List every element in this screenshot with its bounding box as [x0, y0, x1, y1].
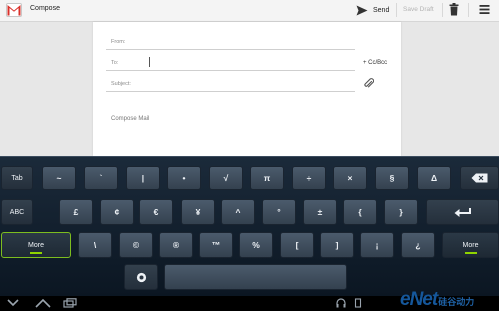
backspace-icon — [471, 173, 488, 183]
divider — [468, 3, 469, 17]
key-copyright[interactable]: © — [119, 232, 153, 258]
status-icon — [354, 298, 362, 308]
divider — [442, 3, 443, 17]
divider — [396, 3, 397, 17]
key-backslash[interactable]: \ — [78, 232, 112, 258]
menu-icon[interactable] — [479, 4, 490, 15]
key-divide[interactable]: ÷ — [292, 166, 326, 190]
home-icon[interactable] — [35, 298, 51, 308]
to-field[interactable] — [106, 70, 355, 71]
enet-watermark: eNet 硅谷动力 — [400, 287, 474, 311]
key-inverted-question[interactable]: ¿ — [401, 232, 435, 258]
backspace-key[interactable] — [460, 166, 499, 190]
cc-bcc-button[interactable]: + Cc/Bcc — [363, 60, 387, 66]
compose-body[interactable]: Compose Mail — [111, 116, 149, 122]
from-field[interactable] — [106, 49, 355, 50]
key-left-bracket[interactable]: [ — [280, 232, 314, 258]
key-section[interactable]: § — [375, 166, 409, 190]
key-delta[interactable]: Δ — [417, 166, 451, 190]
key-tilde[interactable]: ~ — [42, 166, 76, 190]
trash-icon[interactable] — [449, 3, 459, 16]
compose-card: From: To: + Cc/Bcc Subject: Compose Mail — [93, 22, 401, 156]
key-cent[interactable]: ¢ — [100, 199, 134, 225]
abc-key[interactable]: ABC — [1, 199, 33, 225]
key-degree[interactable]: ° — [262, 199, 296, 225]
text-cursor — [149, 57, 150, 67]
send-button[interactable]: Send — [356, 3, 389, 18]
on-screen-keyboard: Tab ~ ` | • √ π ÷ × § Δ ABC £ ¢ € ¥ ^ ° … — [0, 156, 499, 297]
more-symbols-key-right[interactable]: More — [442, 232, 499, 258]
key-pi[interactable]: π — [250, 166, 284, 190]
action-bar: Compose Send Save Draft — [0, 0, 499, 22]
hide-keyboard-icon[interactable] — [7, 298, 19, 308]
key-bullet[interactable]: • — [167, 166, 201, 190]
key-right-bracket[interactable]: ] — [320, 232, 354, 258]
send-icon — [356, 5, 368, 16]
page-title: Compose — [30, 5, 60, 12]
more-symbols-key-left[interactable]: More — [1, 232, 71, 258]
subject-field[interactable] — [106, 91, 355, 92]
key-left-brace[interactable]: { — [343, 199, 377, 225]
subject-label: Subject: — [111, 81, 131, 87]
voice-settings-key[interactable] — [124, 264, 158, 290]
settings-icon — [136, 272, 146, 282]
key-backtick[interactable]: ` — [84, 166, 118, 190]
key-multiply[interactable]: × — [333, 166, 367, 190]
watermark-subtitle: 硅谷动力 — [438, 297, 475, 307]
enter-icon — [454, 207, 471, 217]
key-pipe[interactable]: | — [126, 166, 160, 190]
key-inverted-exclamation[interactable]: ¡ — [360, 232, 394, 258]
headphones-icon — [336, 298, 346, 308]
to-label: To: — [111, 60, 119, 66]
key-sqrt[interactable]: √ — [209, 166, 243, 190]
gmail-icon[interactable] — [6, 3, 22, 17]
space-bar[interactable] — [164, 264, 347, 290]
key-plus-minus[interactable]: ± — [303, 199, 337, 225]
key-percent[interactable]: % — [239, 232, 273, 258]
save-draft-button[interactable]: Save Draft — [403, 6, 434, 13]
from-label: From: — [111, 39, 126, 45]
key-trademark[interactable]: ™ — [199, 232, 233, 258]
key-pound[interactable]: £ — [59, 199, 93, 225]
recent-apps-icon[interactable] — [63, 298, 77, 308]
key-yen[interactable]: ¥ — [181, 199, 215, 225]
system-nav-bar: eNet 硅谷动力 — [0, 289, 499, 311]
tab-key[interactable]: Tab — [1, 166, 33, 190]
key-right-brace[interactable]: } — [384, 199, 418, 225]
key-registered[interactable]: ® — [159, 232, 193, 258]
enter-key[interactable] — [426, 199, 499, 225]
send-label: Send — [373, 7, 390, 14]
key-caret[interactable]: ^ — [221, 199, 255, 225]
paperclip-icon[interactable] — [364, 78, 374, 89]
watermark-brand: eNet — [400, 289, 438, 310]
key-euro[interactable]: € — [139, 199, 173, 225]
